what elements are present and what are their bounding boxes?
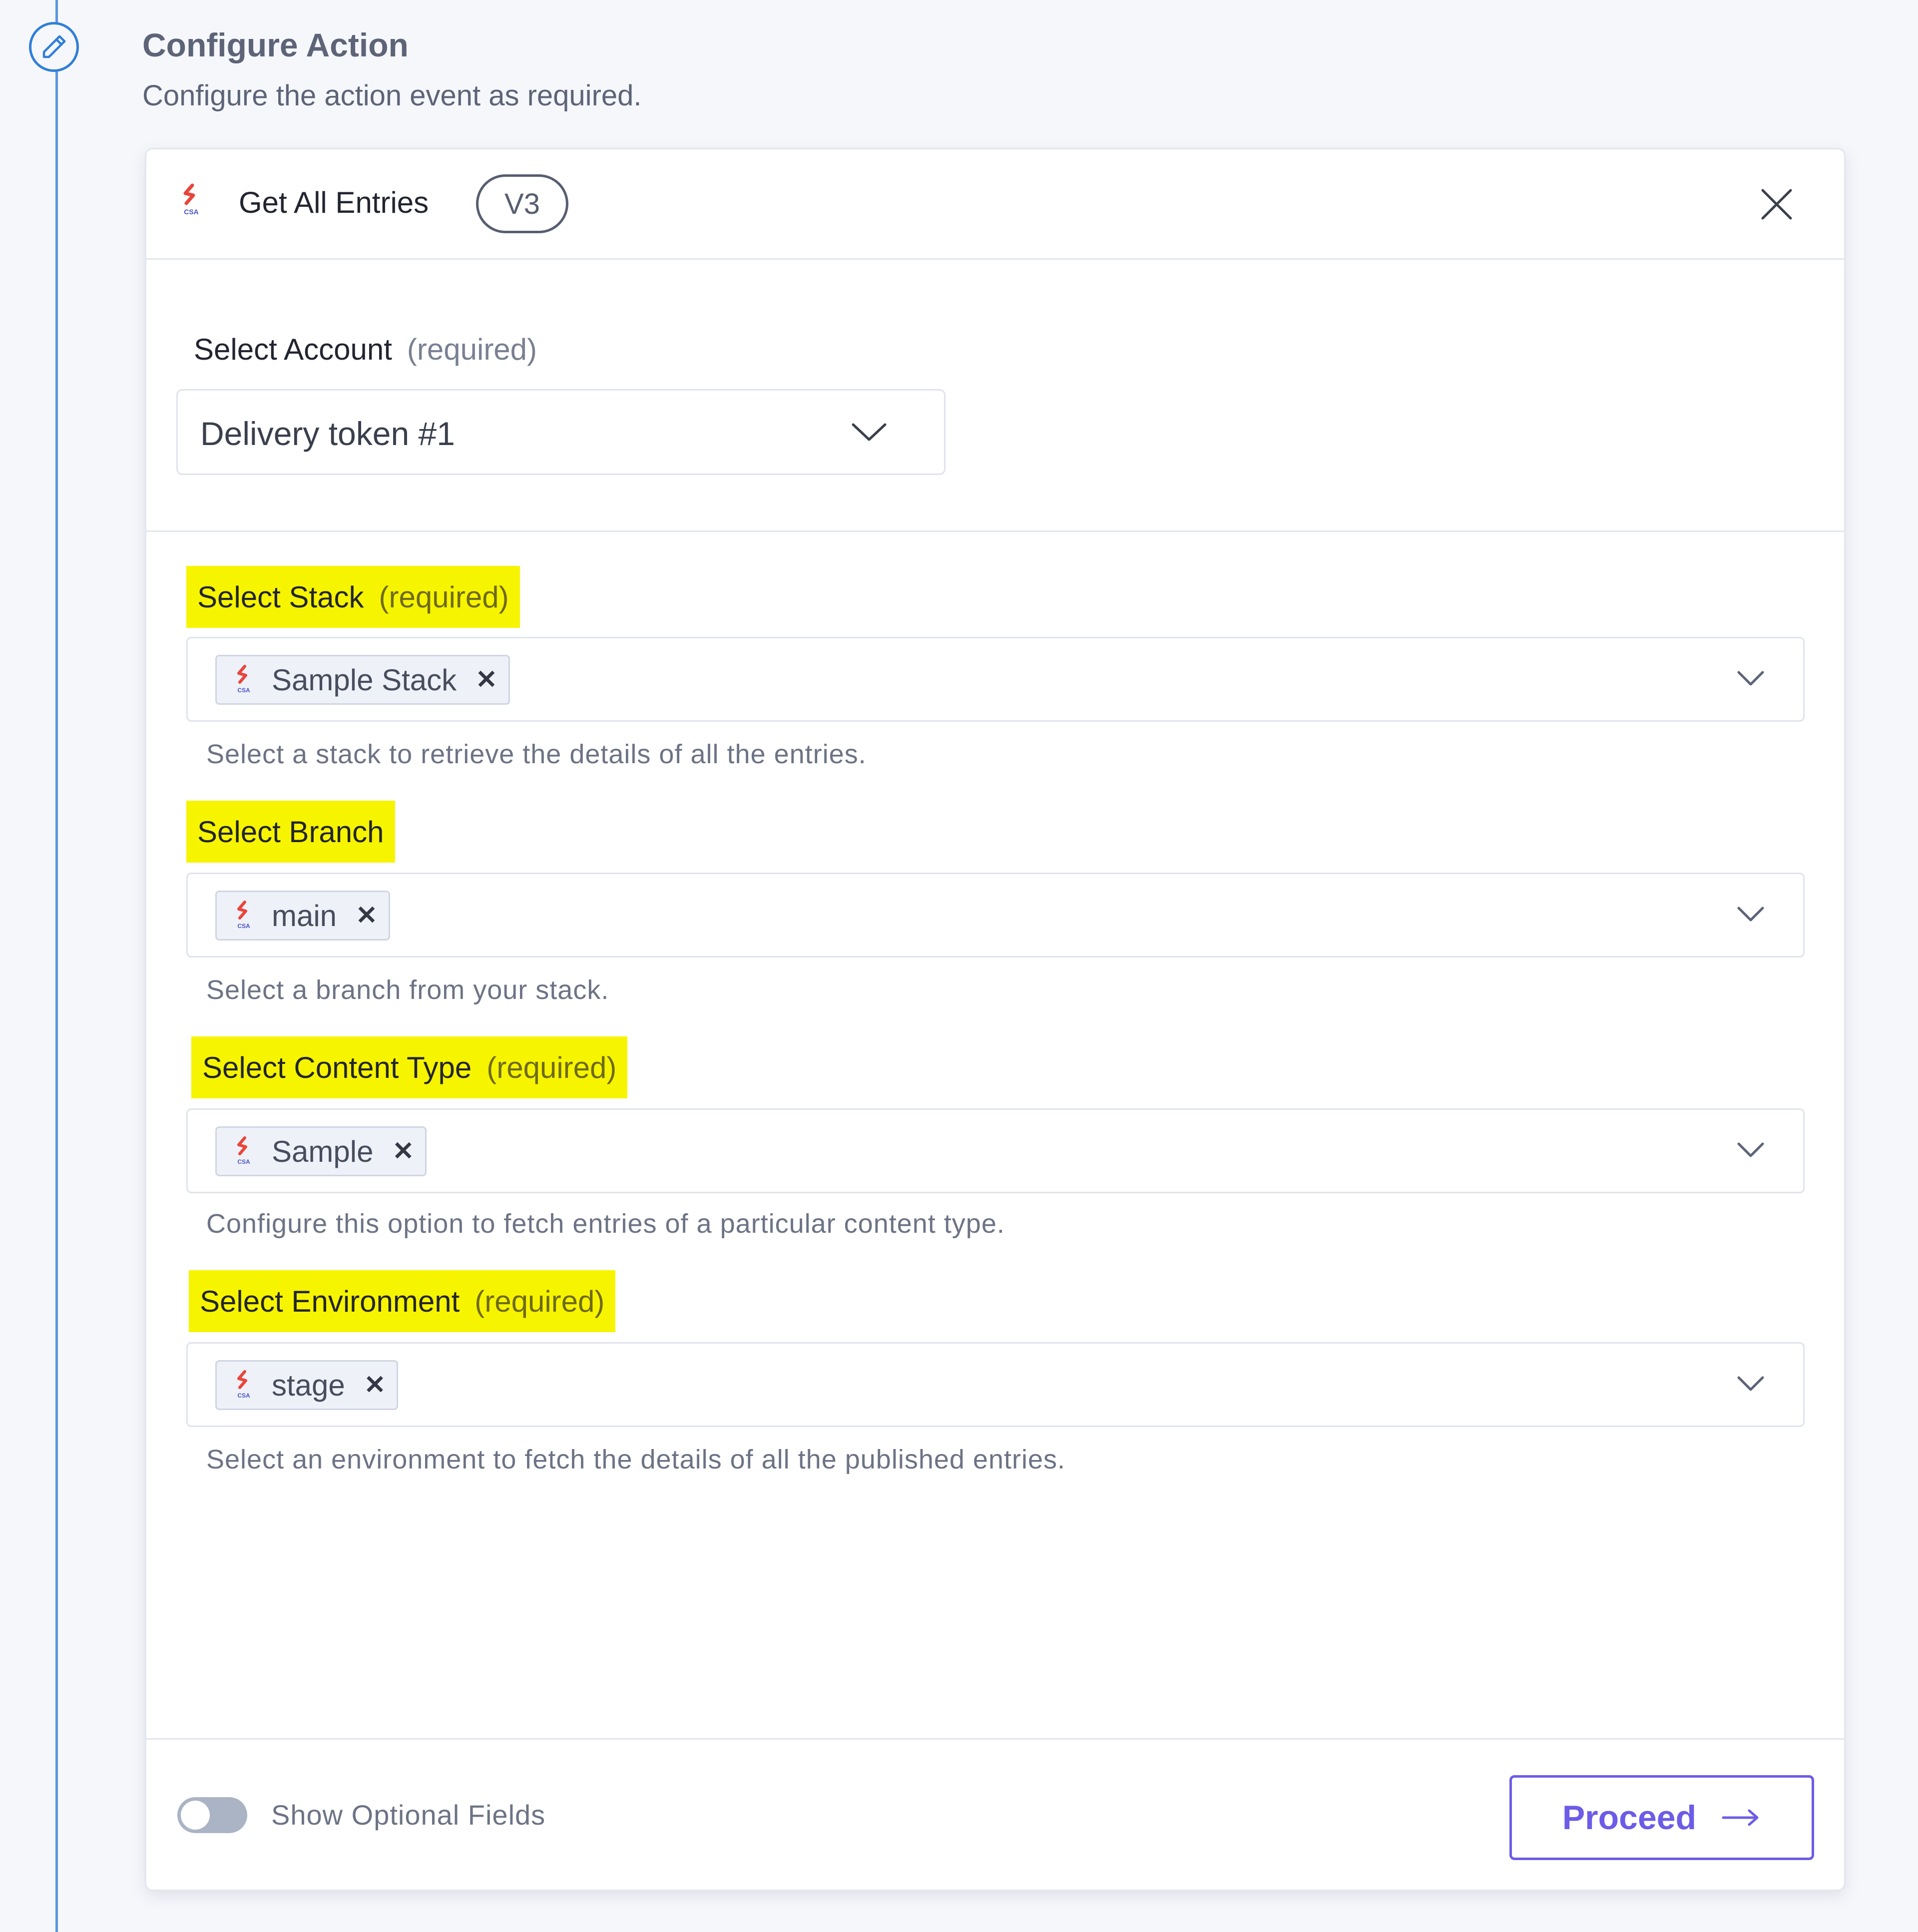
content-type-help: Configure this option to fetch entries o… bbox=[206, 1209, 1005, 1239]
page-title: Configure Action bbox=[142, 26, 409, 63]
chevron-down-icon bbox=[849, 420, 889, 447]
environment-select[interactable]: CSA stage ✕ bbox=[186, 1342, 1805, 1427]
contentstack-logo-icon: CSA bbox=[232, 1370, 256, 1401]
svg-text:CSA: CSA bbox=[237, 923, 250, 930]
account-value: Delivery token #1 bbox=[200, 415, 455, 452]
remove-tag-icon[interactable]: ✕ bbox=[392, 1136, 414, 1166]
content-type-select[interactable]: CSA Sample ✕ bbox=[186, 1108, 1805, 1193]
svg-text:CSA: CSA bbox=[237, 687, 250, 694]
content-type-required: (required) bbox=[486, 1050, 617, 1084]
stack-required: (required) bbox=[379, 580, 509, 614]
version-badge: V3 bbox=[476, 174, 568, 233]
branch-tag-label: main bbox=[272, 899, 337, 933]
stack-label: Select Stack (required) bbox=[186, 566, 520, 628]
branch-select[interactable]: CSA main ✕ bbox=[186, 873, 1805, 958]
environment-tag-label: stage bbox=[272, 1368, 345, 1402]
chevron-down-icon[interactable] bbox=[1736, 668, 1766, 691]
arrow-right-icon bbox=[1721, 1808, 1761, 1828]
stack-select[interactable]: CSA Sample Stack ✕ bbox=[186, 637, 1805, 722]
proceed-button[interactable]: Proceed bbox=[1509, 1775, 1814, 1860]
content-type-label-text: Select Content Type bbox=[202, 1050, 472, 1084]
timeline-line bbox=[55, 0, 58, 1932]
proceed-label: Proceed bbox=[1562, 1799, 1697, 1837]
environment-help: Select an environment to fetch the detai… bbox=[206, 1445, 1066, 1474]
stack-tag: CSA Sample Stack ✕ bbox=[215, 655, 510, 705]
account-label-text: Select Account bbox=[194, 333, 392, 366]
contentstack-logo-icon: CSA bbox=[232, 664, 256, 695]
environment-required: (required) bbox=[475, 1284, 605, 1318]
card-footer: Show Optional Fields Proceed bbox=[146, 1738, 1844, 1890]
optional-fields-label: Show Optional Fields bbox=[271, 1799, 546, 1831]
environment-label-text: Select Environment bbox=[200, 1284, 460, 1318]
account-required: (required) bbox=[407, 333, 537, 366]
logo-text: CSA bbox=[184, 208, 199, 216]
branch-tag: CSA main ✕ bbox=[215, 891, 390, 941]
environment-label: Select Environment (required) bbox=[189, 1270, 616, 1332]
stack-help: Select a stack to retrieve the details o… bbox=[206, 739, 867, 769]
remove-tag-icon[interactable]: ✕ bbox=[356, 901, 378, 931]
contentstack-logo-icon: CSA bbox=[176, 182, 206, 220]
account-label: Select Account (required) bbox=[194, 332, 537, 367]
chevron-down-icon[interactable] bbox=[1736, 1140, 1766, 1162]
remove-tag-icon[interactable]: ✕ bbox=[476, 665, 497, 695]
stack-label-text: Select Stack bbox=[197, 580, 364, 614]
branch-label: Select Branch bbox=[186, 801, 395, 863]
card-header: CSA Get All Entries V3 bbox=[146, 149, 1844, 260]
chevron-down-icon[interactable] bbox=[1736, 1374, 1766, 1396]
account-section: Select Account (required) Delivery token … bbox=[146, 258, 1844, 532]
stack-tag-label: Sample Stack bbox=[272, 663, 457, 697]
contentstack-logo-icon: CSA bbox=[232, 900, 256, 931]
contentstack-logo-icon: CSA bbox=[232, 1136, 256, 1167]
content-type-tag-label: Sample bbox=[272, 1134, 374, 1168]
environment-tag: CSA stage ✕ bbox=[215, 1360, 399, 1410]
remove-tag-icon[interactable]: ✕ bbox=[364, 1370, 386, 1400]
content-type-label: Select Content Type (required) bbox=[191, 1036, 628, 1098]
content-type-tag: CSA Sample ✕ bbox=[215, 1126, 427, 1176]
action-title: Get All Entries bbox=[239, 186, 429, 219]
account-select[interactable]: Delivery token #1 bbox=[176, 389, 946, 475]
branch-label-text: Select Branch bbox=[197, 815, 384, 849]
action-card: CSA Get All Entries V3 Select Account (re… bbox=[145, 148, 1846, 1891]
close-icon bbox=[1761, 189, 1792, 220]
close-button[interactable] bbox=[1757, 184, 1797, 224]
toggle-knob bbox=[181, 1801, 210, 1830]
page-subtitle: Configure the action event as required. bbox=[142, 79, 642, 112]
svg-text:CSA: CSA bbox=[237, 1392, 250, 1399]
optional-fields-toggle[interactable] bbox=[177, 1797, 247, 1833]
edit-step-icon bbox=[29, 22, 79, 72]
svg-text:CSA: CSA bbox=[237, 1158, 250, 1165]
branch-help: Select a branch from your stack. bbox=[206, 975, 609, 1005]
chevron-down-icon[interactable] bbox=[1736, 904, 1766, 927]
